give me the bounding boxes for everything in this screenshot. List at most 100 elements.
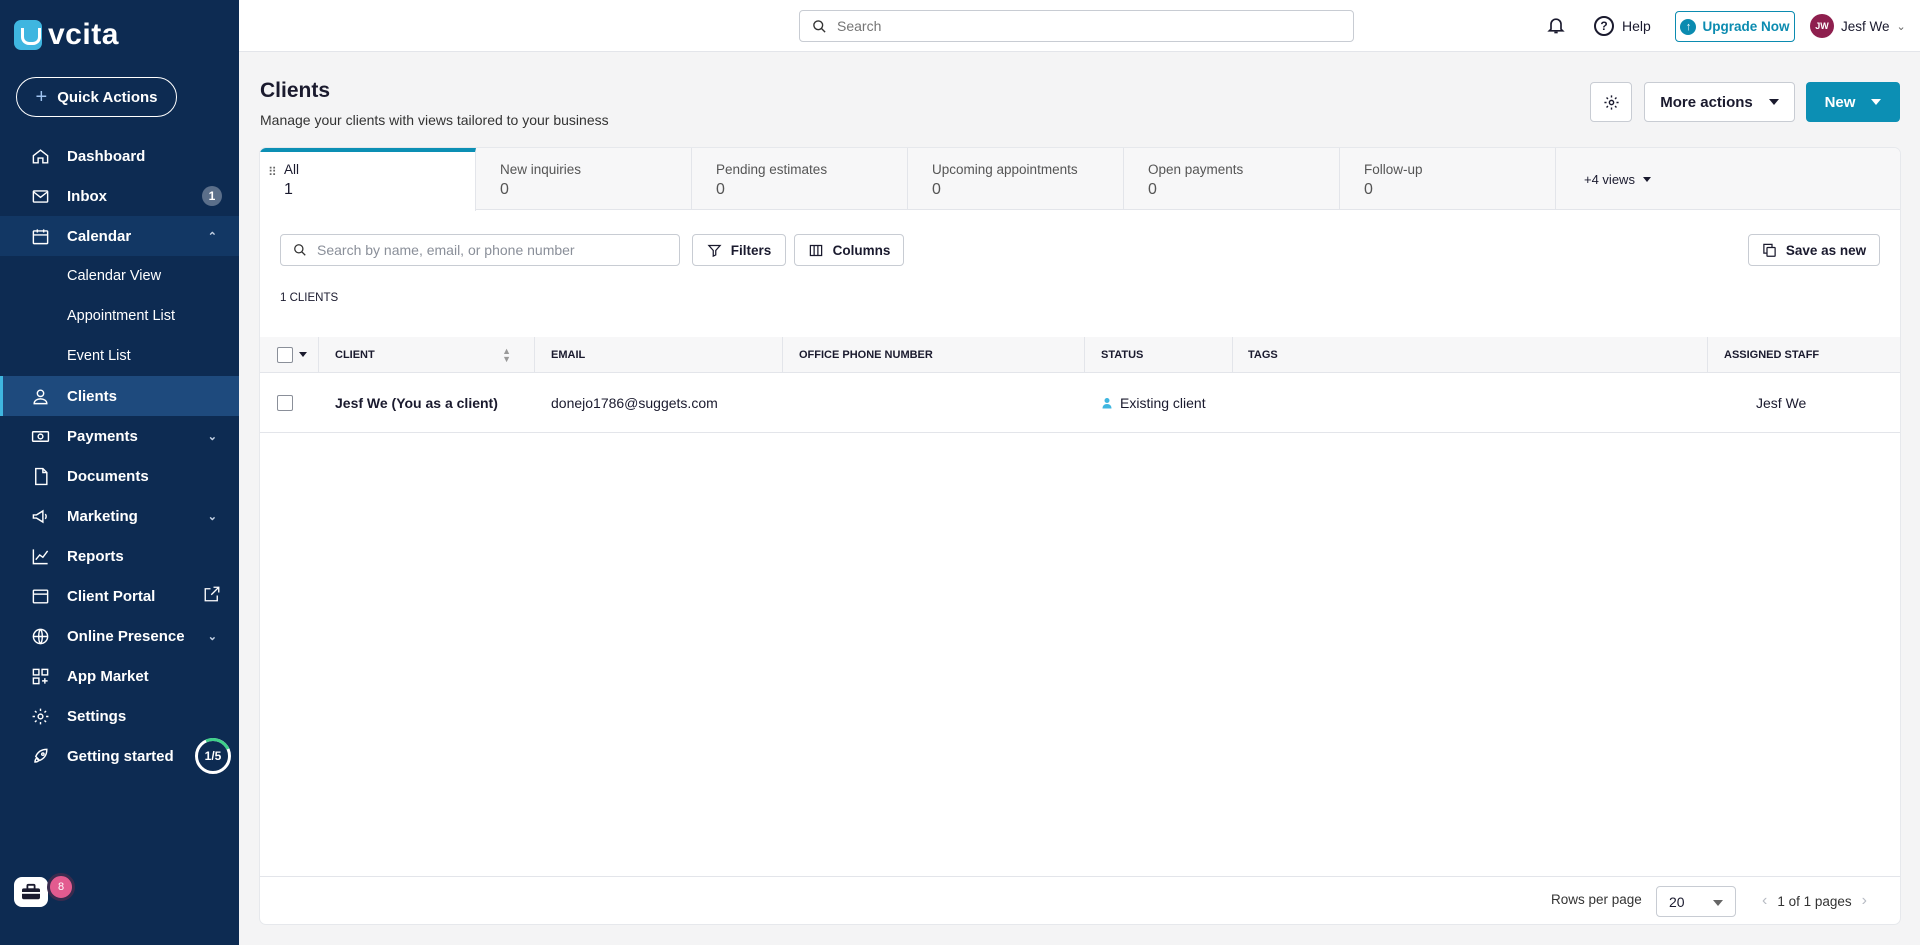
more-views-dropdown[interactable]: +4 views: [1556, 148, 1651, 210]
chart-icon: [30, 546, 50, 566]
rocket-icon: [30, 746, 50, 766]
gear-icon: [30, 706, 50, 726]
column-header-tags[interactable]: TAGS: [1248, 337, 1278, 372]
tab-count: 0: [1364, 181, 1373, 198]
tab-count: 0: [932, 181, 941, 198]
sidebar-item-calendar[interactable]: Calendar ⌃: [0, 216, 239, 256]
save-as-new-button[interactable]: Save as new: [1748, 234, 1880, 266]
rows-per-page-value: 20: [1669, 893, 1685, 910]
chevron-down-icon: ⌄: [207, 630, 217, 643]
sidebar-item-calendar-view[interactable]: Calendar View: [0, 256, 239, 296]
client-search[interactable]: [280, 234, 680, 266]
sidebar-item-getting-started[interactable]: Getting started 1/5: [0, 736, 239, 776]
sidebar-item-payments[interactable]: Payments ⌄: [0, 416, 239, 456]
tab-label: Pending estimates: [716, 162, 828, 177]
chevron-up-icon: ⌃: [207, 230, 217, 243]
copy-icon: [1763, 243, 1776, 257]
user-name: Jesf We: [1841, 18, 1890, 34]
rows-per-page-select[interactable]: 20: [1656, 886, 1736, 917]
sidebar-item-settings[interactable]: Settings: [0, 696, 239, 736]
column-header-email[interactable]: EMAIL: [551, 337, 585, 372]
sidebar-item-label: Online Presence: [67, 627, 185, 645]
new-button[interactable]: New: [1806, 82, 1900, 122]
sidebar-item-label: Documents: [67, 467, 149, 485]
columns-button[interactable]: Columns: [794, 234, 904, 266]
sidebar-item-documents[interactable]: Documents: [0, 456, 239, 496]
search-icon: [294, 244, 306, 256]
save-as-new-label: Save as new: [1785, 242, 1867, 258]
sidebar-item-label: Dashboard: [67, 147, 146, 165]
quick-actions-button[interactable]: + Quick Actions: [16, 77, 177, 117]
sidebar-item-dashboard[interactable]: Dashboard: [0, 136, 239, 176]
external-link-icon[interactable]: [203, 585, 221, 607]
arrow-up-icon: ↑: [1680, 18, 1697, 35]
caret-down-icon[interactable]: [299, 352, 307, 357]
sidebar-item-label: Client Portal: [67, 587, 156, 605]
column-label: CLIENT: [335, 348, 375, 361]
column-header-assigned-staff[interactable]: ASSIGNED STAFF: [1724, 337, 1819, 372]
cell-email: donejo1786@suggets.com: [551, 373, 718, 432]
toolbox-icon[interactable]: [14, 877, 48, 907]
tab-upcoming-appointments[interactable]: Upcoming appointments 0: [908, 148, 1124, 210]
sidebar-item-event-list[interactable]: Event List: [0, 336, 239, 376]
page-navigation: ‹ 1 of 1 pages ›: [1762, 892, 1867, 910]
select-all-checkbox[interactable]: [277, 346, 293, 363]
cell-client[interactable]: Jesf We (You as a client): [335, 373, 498, 432]
sidebar-item-label: Getting started: [67, 747, 174, 765]
status-label: Existing client: [1120, 394, 1206, 411]
row-checkbox[interactable]: [277, 394, 293, 411]
sort-icon[interactable]: ▲ ▼: [502, 346, 511, 363]
tab-pending-estimates[interactable]: Pending estimates 0: [692, 148, 908, 210]
help-icon: ?: [1594, 16, 1614, 36]
sidebar-item-label: Appointment List: [67, 308, 176, 324]
top-bar: ? Help ↑ Upgrade Now JW Jesf We ⌄: [239, 0, 1920, 52]
tab-all[interactable]: ⠿ All 1: [260, 148, 476, 211]
sidebar-item-marketing[interactable]: Marketing ⌄: [0, 496, 239, 536]
chevron-right-icon[interactable]: ›: [1862, 892, 1867, 910]
upgrade-label: Upgrade Now: [1702, 19, 1790, 34]
row-select[interactable]: [277, 373, 293, 432]
vcita-logo[interactable]: vcita: [14, 18, 119, 52]
global-search[interactable]: [799, 10, 1354, 42]
user-icon: [30, 386, 50, 406]
chevron-left-icon[interactable]: ‹: [1762, 892, 1767, 910]
select-all-control[interactable]: [277, 337, 307, 372]
caret-down-icon: [1768, 99, 1779, 105]
sidebar-item-appointment-list[interactable]: Appointment List: [0, 296, 239, 336]
column-divider: [1084, 337, 1085, 373]
globe-icon: [30, 626, 50, 646]
chevron-down-icon: ⌄: [1896, 20, 1906, 33]
column-divider: [782, 337, 783, 373]
column-header-status[interactable]: STATUS: [1101, 337, 1143, 372]
table-row[interactable]: Jesf We (You as a client) donejo1786@sug…: [260, 373, 1900, 433]
settings-button[interactable]: [1590, 82, 1632, 122]
cell-assigned-staff: Jesf We: [1756, 373, 1806, 432]
column-divider: [318, 337, 319, 373]
upgrade-now-button[interactable]: ↑ Upgrade Now: [1675, 11, 1795, 42]
global-search-input[interactable]: [837, 18, 1353, 34]
tab-open-payments[interactable]: Open payments 0: [1124, 148, 1340, 210]
column-label: OFFICE PHONE NUMBER: [799, 348, 933, 361]
getting-started-progress: 1/5: [195, 738, 231, 774]
more-actions-button[interactable]: More actions: [1644, 82, 1795, 122]
sidebar-item-label: Settings: [67, 707, 127, 725]
tab-follow-up[interactable]: Follow-up 0: [1340, 148, 1556, 210]
client-search-input[interactable]: [317, 242, 679, 258]
column-header-office-phone[interactable]: OFFICE PHONE NUMBER: [799, 337, 933, 372]
notifications-bell-icon[interactable]: [1546, 15, 1566, 40]
sidebar-item-inbox[interactable]: Inbox 1: [0, 176, 239, 216]
tab-label: Upcoming appointments: [932, 162, 1078, 177]
user-menu[interactable]: JW Jesf We ⌄: [1810, 14, 1906, 38]
sidebar-item-online-presence[interactable]: Online Presence ⌄: [0, 616, 239, 656]
tab-label: Follow-up: [1364, 162, 1423, 177]
help-button[interactable]: ? Help: [1594, 16, 1651, 36]
sidebar-item-reports[interactable]: Reports: [0, 536, 239, 576]
sidebar-item-clients[interactable]: Clients: [0, 376, 239, 416]
filters-button[interactable]: Filters: [692, 234, 786, 266]
sidebar-item-app-market[interactable]: App Market: [0, 656, 239, 696]
client-name[interactable]: Jesf We (You as a client): [335, 395, 498, 411]
drag-handle-icon[interactable]: ⠿: [268, 165, 277, 179]
column-header-client[interactable]: CLIENT ▲ ▼: [335, 337, 531, 372]
sidebar-item-client-portal[interactable]: Client Portal: [0, 576, 239, 616]
tab-new-inquiries[interactable]: New inquiries 0: [476, 148, 692, 210]
